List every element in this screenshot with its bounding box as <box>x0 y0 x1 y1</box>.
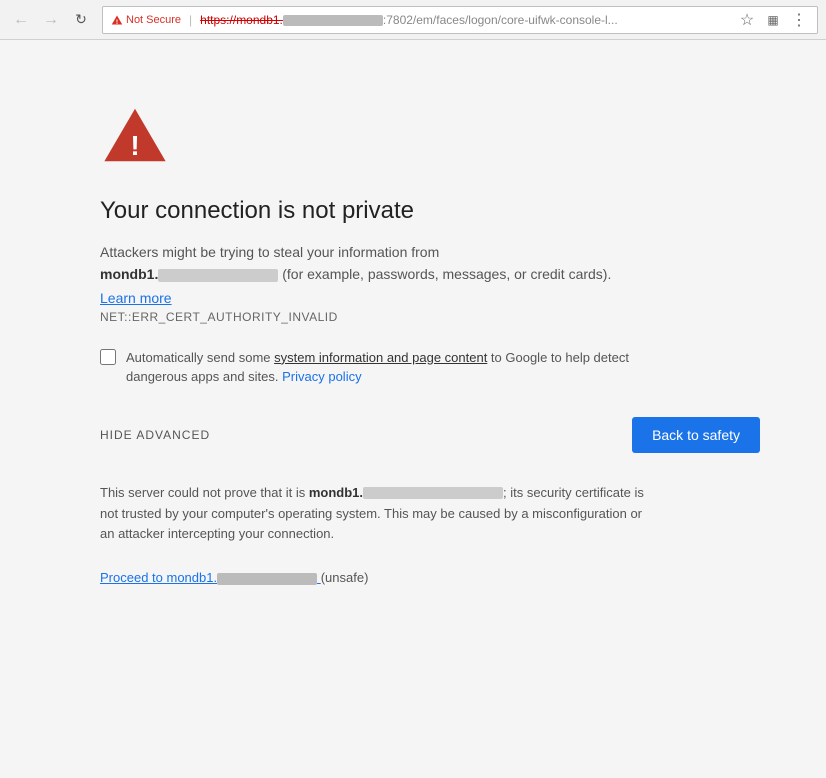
description-line2: (for example, passwords, messages, or cr… <box>282 266 611 282</box>
url-path: :7802/em/faces/logon/core-uifwk-console-… <box>383 13 618 27</box>
proceed-blurred <box>217 573 317 585</box>
advanced-site-name: mondb1. <box>309 485 363 500</box>
back-button[interactable]: ← <box>8 7 34 33</box>
privacy-policy-link[interactable]: Privacy policy <box>282 369 361 384</box>
proceed-link-text: Proceed to mondb1. <box>100 570 217 585</box>
send-info-checkbox[interactable] <box>100 349 116 365</box>
proceed-unsafe: (unsafe) <box>321 570 369 585</box>
back-to-safety-button[interactable]: Back to safety <box>632 417 760 453</box>
checkbox-section: Automatically send some system informati… <box>100 348 660 387</box>
url-separator: | <box>189 13 192 27</box>
proceed-link[interactable]: Proceed to mondb1. <box>100 570 321 585</box>
checkbox-label-part1: Automatically send some <box>126 350 274 365</box>
learn-more-link[interactable]: Learn more <box>100 290 172 306</box>
url-host: https:// <box>200 13 236 27</box>
url-host-name: mondb1. <box>236 13 283 27</box>
site-name-blurred <box>158 269 278 282</box>
description-line1: Attackers might be trying to steal your … <box>100 244 439 260</box>
site-name: mondb1. <box>100 266 158 282</box>
main-heading: Your connection is not private <box>100 197 826 225</box>
error-code: NET::ERR_CERT_AUTHORITY_INVALID <box>100 310 826 324</box>
description: Attackers might be trying to steal your … <box>100 241 660 286</box>
svg-text:!: ! <box>130 130 139 161</box>
not-secure-label: Not Secure <box>126 14 181 26</box>
star-icon[interactable]: ☆ <box>737 10 757 30</box>
advanced-text-part1: This server could not prove that it is <box>100 485 309 500</box>
url-host-blurred <box>283 15 383 26</box>
menu-icon[interactable]: ⋮ <box>789 10 809 30</box>
advanced-text: This server could not prove that it is m… <box>100 483 660 545</box>
system-info-link[interactable]: system information and page content <box>274 350 487 365</box>
hide-advanced-button[interactable]: HIDE ADVANCED <box>100 428 210 442</box>
url-text: https://mondb1. :7802/em/faces/logon/core… <box>200 13 731 27</box>
warning-icon: ! <box>100 100 170 170</box>
nav-buttons: ← → ↻ <box>8 7 94 33</box>
forward-button[interactable]: → <box>38 7 64 33</box>
svg-text:!: ! <box>116 18 118 25</box>
warning-icon-container: ! <box>100 100 826 173</box>
advanced-section: This server could not prove that it is m… <box>100 483 660 545</box>
checkbox-label: Automatically send some system informati… <box>126 348 660 387</box>
page-content: ! Your connection is not private Attacke… <box>0 40 826 778</box>
reload-button[interactable]: ↻ <box>68 7 94 33</box>
not-secure-badge: ! Not Secure <box>111 14 181 26</box>
extension-icon[interactable]: ▦ <box>763 10 783 30</box>
browser-chrome: ← → ↻ ! Not Secure | https://mondb1. :780… <box>0 0 826 40</box>
proceed-paragraph: Proceed to mondb1. (unsafe) <box>100 569 826 585</box>
address-bar[interactable]: ! Not Secure | https://mondb1. :7802/em/f… <box>102 6 818 34</box>
advanced-site-blurred <box>363 487 503 499</box>
warning-icon-small: ! <box>111 14 123 26</box>
buttons-row: HIDE ADVANCED Back to safety <box>100 417 760 453</box>
